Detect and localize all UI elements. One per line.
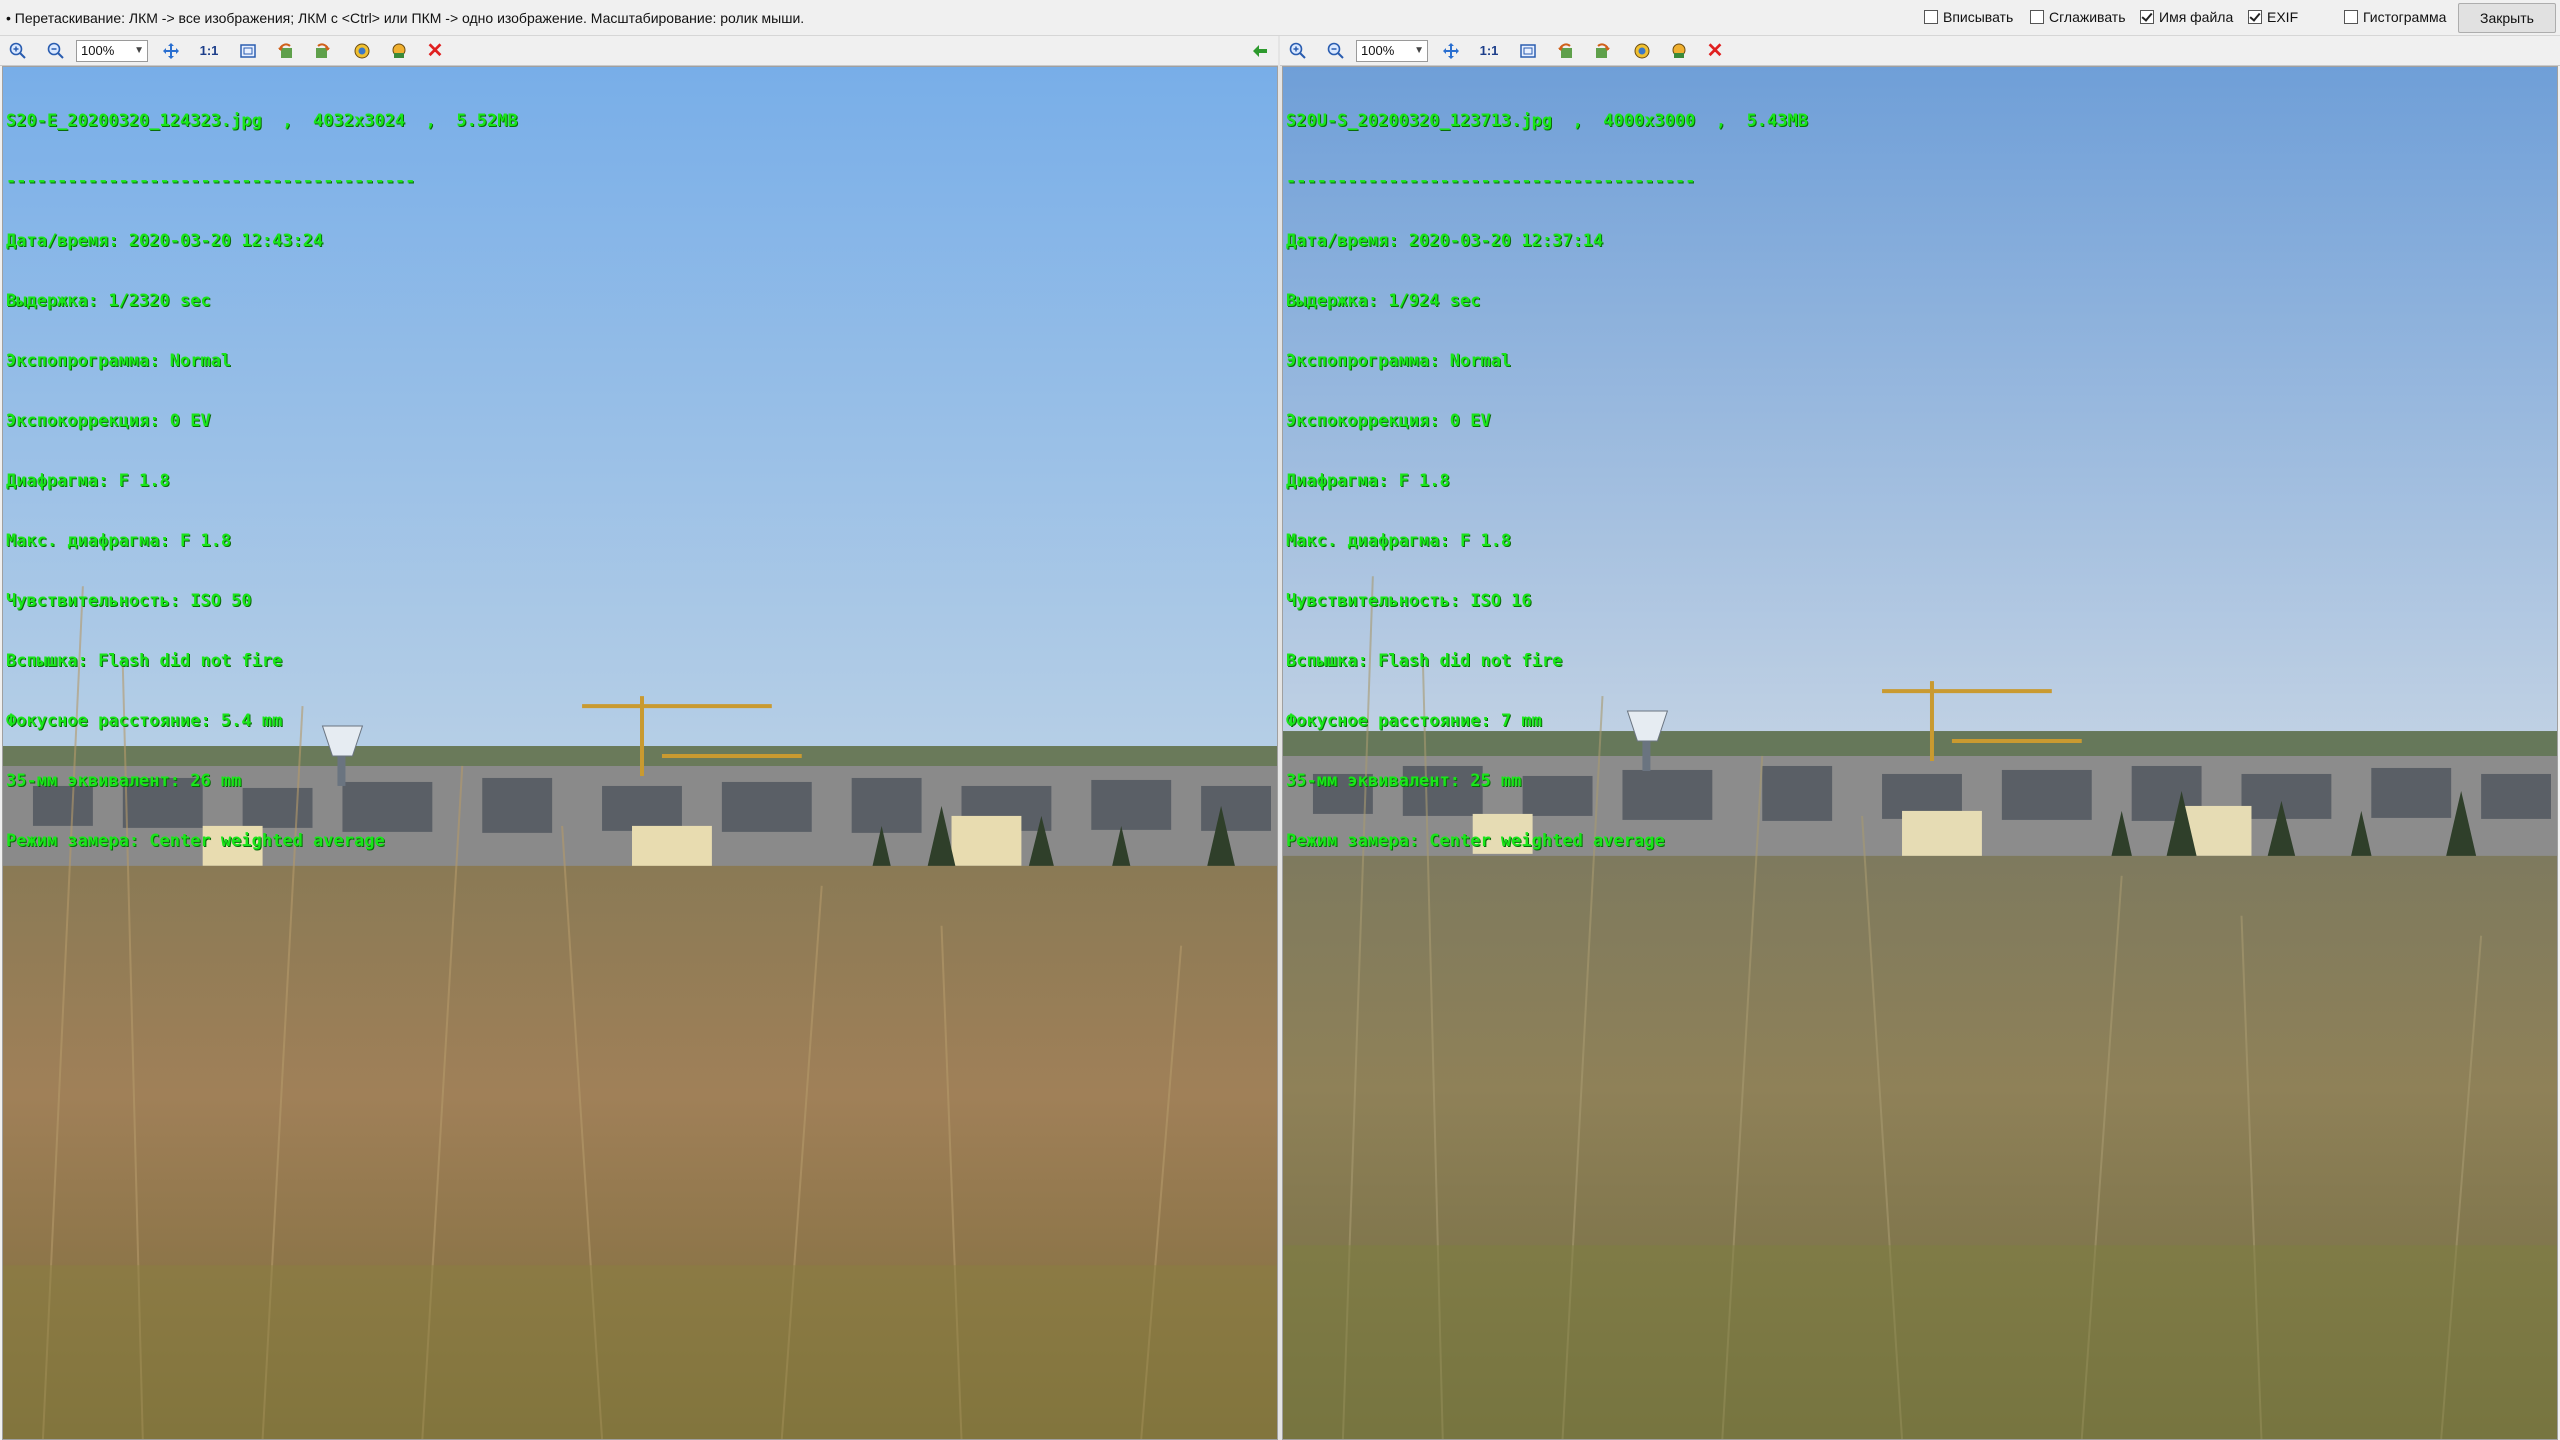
filename-checkbox[interactable] [2140,10,2154,24]
rotate-left-icon[interactable] [276,41,296,61]
separator-line: ---------------------------------------- [6,171,416,191]
zoom-select[interactable]: 100% ▼ [1356,40,1428,62]
exif-checkbox[interactable] [2248,10,2262,24]
left-image-view[interactable]: S20-E_20200320_124323.jpg , 4032x3024 , … [2,66,1278,1440]
compare-icon[interactable] [1632,41,1652,61]
rotate-left-icon[interactable] [1556,41,1576,61]
option-fit[interactable]: Вписывать [1924,9,2013,25]
option-exif[interactable]: EXIF [2248,9,2298,25]
left-panel: 100% ▼ 1:1 ✕ S20-E_20200320_124323.jpg ,… [0,36,1280,1440]
fit-window-icon[interactable] [238,41,258,61]
exif-line: 35-мм эквивалент: 26 mm [6,771,242,791]
right-toolbar: 100% ▼ 1:1 ✕ [1280,36,2560,66]
rotate-right-icon[interactable] [312,41,332,61]
exif-line: Чувствительность: ISO 16 [1286,591,1532,611]
exif-line: Макс. диафрагма: F 1.8 [6,531,232,551]
exif-line: Экспопрограмма: Normal [6,351,232,371]
exif-line: Диафрагма: F 1.8 [1286,471,1450,491]
usage-hint: • Перетаскивание: ЛКМ -> все изображения… [6,10,805,26]
exif-line: Дата/время: 2020-03-20 12:43:24 [6,231,324,251]
exif-line: Экспопрограмма: Normal [1286,351,1512,371]
histogram-checkbox[interactable] [2344,10,2358,24]
exif-line: Выдержка: 1/924 sec [1286,291,1481,311]
exif-line: Экспокоррекция: 0 EV [1286,411,1491,431]
save-icon[interactable] [389,41,409,61]
histogram-label: Гистограмма [2363,9,2447,25]
compare-icon[interactable] [352,41,372,61]
close-icon[interactable]: ✕ [1705,41,1725,61]
exif-overlay: S20U-S_20200320_123713.jpg , 4000x3000 ,… [1286,71,1808,891]
close-button[interactable]: Закрыть [2458,3,2556,33]
exif-line: Фокусное расстояние: 5.4 mm [6,711,283,731]
option-filename[interactable]: Имя файла [2140,9,2233,25]
exif-line: Вспышка: Flash did not fire [1286,651,1563,671]
zoom-value: 100% [81,43,115,58]
exif-label: EXIF [2267,9,2299,25]
left-toolbar: 100% ▼ 1:1 ✕ [0,36,1280,66]
exif-line: Режим замера: Center weighted average [6,831,385,851]
zoom-in-icon[interactable] [8,41,28,61]
option-histogram[interactable]: Гистограмма [2344,9,2446,25]
zoom-value: 100% [1361,43,1395,58]
file-info: S20-E_20200320_124323.jpg , 4032x3024 , … [6,111,518,131]
fit-label: Вписывать [1943,9,2014,25]
exif-line: Экспокоррекция: 0 EV [6,411,211,431]
exif-line: Фокусное расстояние: 7 mm [1286,711,1542,731]
option-smooth[interactable]: Сглаживать [2030,9,2126,25]
fit-window-icon[interactable] [1518,41,1538,61]
zoom-out-icon[interactable] [1326,41,1346,61]
exif-line: Макс. диафрагма: F 1.8 [1286,531,1512,551]
file-info: S20U-S_20200320_123713.jpg , 4000x3000 ,… [1286,111,1808,131]
exif-line: 35-мм эквивалент: 25 mm [1286,771,1522,791]
exif-line: Диафрагма: F 1.8 [6,471,170,491]
separator-line: ---------------------------------------- [1286,171,1696,191]
zoom-out-icon[interactable] [46,41,66,61]
close-icon[interactable]: ✕ [425,41,445,61]
exif-line: Дата/время: 2020-03-20 12:37:14 [1286,231,1604,251]
chevron-down-icon: ▼ [134,45,144,56]
right-panel: 100% ▼ 1:1 ✕ S20U-S_20200320_123713.jpg … [1280,36,2560,1440]
move-icon[interactable] [161,41,181,61]
chevron-down-icon: ▼ [1414,45,1424,56]
top-bar: • Перетаскивание: ЛКМ -> все изображения… [0,0,2560,36]
exif-line: Чувствительность: ISO 50 [6,591,252,611]
smooth-checkbox[interactable] [2030,10,2044,24]
actual-size-button[interactable]: 1:1 [1479,41,1499,61]
save-icon[interactable] [1669,41,1689,61]
fit-checkbox[interactable] [1924,10,1938,24]
exif-line: Режим замера: Center weighted average [1286,831,1665,851]
rotate-right-icon[interactable] [1592,41,1612,61]
zoom-select[interactable]: 100% ▼ [76,40,148,62]
sync-arrow-icon[interactable] [1250,41,1270,61]
smooth-label: Сглаживать [2049,9,2126,25]
exif-overlay: S20-E_20200320_124323.jpg , 4032x3024 , … [6,71,518,891]
exif-line: Вспышка: Flash did not fire [6,651,283,671]
filename-label: Имя файла [2159,9,2234,25]
exif-line: Выдержка: 1/2320 sec [6,291,211,311]
zoom-in-icon[interactable] [1288,41,1308,61]
move-icon[interactable] [1441,41,1461,61]
actual-size-button[interactable]: 1:1 [199,41,219,61]
right-image-view[interactable]: S20U-S_20200320_123713.jpg , 4000x3000 ,… [1282,66,2558,1440]
